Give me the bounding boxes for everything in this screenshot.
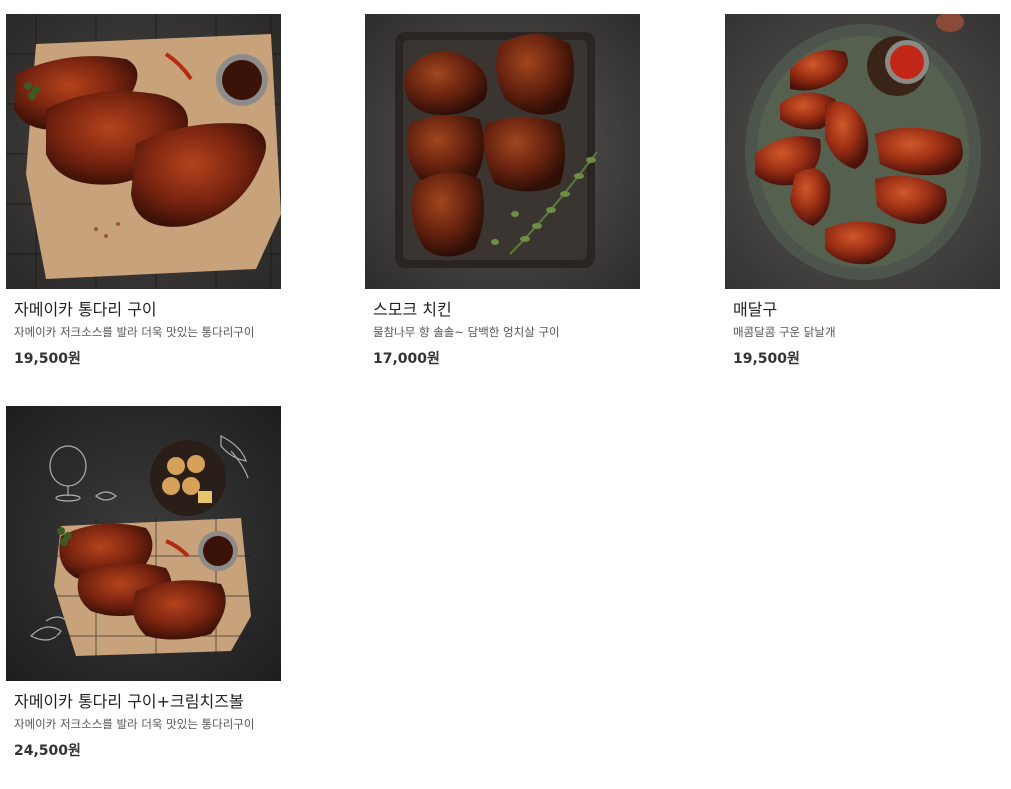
product-description: 자메이카 저크소스를 발라 더욱 맛있는 통다리구이 xyxy=(14,717,255,731)
chicken-wings-photo[interactable] xyxy=(725,14,1000,289)
product-description: 매콤달콤 구운 닭날개 xyxy=(733,325,836,339)
product-card[interactable]: 스모크 치킨 물참나무 향 솔솔~ 담백한 엉치살 구이 17,000원 xyxy=(365,14,640,368)
product-card[interactable]: 매달구 매콤달콤 구운 닭날개 19,500원 xyxy=(725,14,1000,368)
roast-chicken-legs-photo[interactable] xyxy=(6,14,281,289)
product-price: 17,000원 xyxy=(373,351,440,367)
product-description: 자메이카 저크소스를 발라 더욱 맛있는 통다리구이 xyxy=(14,325,255,339)
product-name[interactable]: 매달구 xyxy=(733,300,1000,320)
product-card[interactable]: 자메이카 통다리 구이+크림치즈볼 자메이카 저크소스를 발라 더욱 맛있는 통… xyxy=(6,406,281,760)
product-name[interactable]: 자메이카 통다리 구이+크림치즈볼 xyxy=(14,692,281,712)
product-card[interactable]: 자메이카 통다리 구이 자메이카 저크소스를 발라 더욱 맛있는 통다리구이 1… xyxy=(6,14,281,368)
product-price: 24,500원 xyxy=(14,743,81,759)
product-price: 19,500원 xyxy=(14,351,81,367)
product-name[interactable]: 스모크 치킨 xyxy=(373,300,640,320)
product-price: 19,500원 xyxy=(733,351,800,367)
product-name[interactable]: 자메이카 통다리 구이 xyxy=(14,300,281,320)
roast-chicken-cheese-balls-photo[interactable] xyxy=(6,406,281,681)
smoked-chicken-photo[interactable] xyxy=(365,14,640,289)
product-description: 물참나무 향 솔솔~ 담백한 엉치살 구이 xyxy=(373,325,560,339)
